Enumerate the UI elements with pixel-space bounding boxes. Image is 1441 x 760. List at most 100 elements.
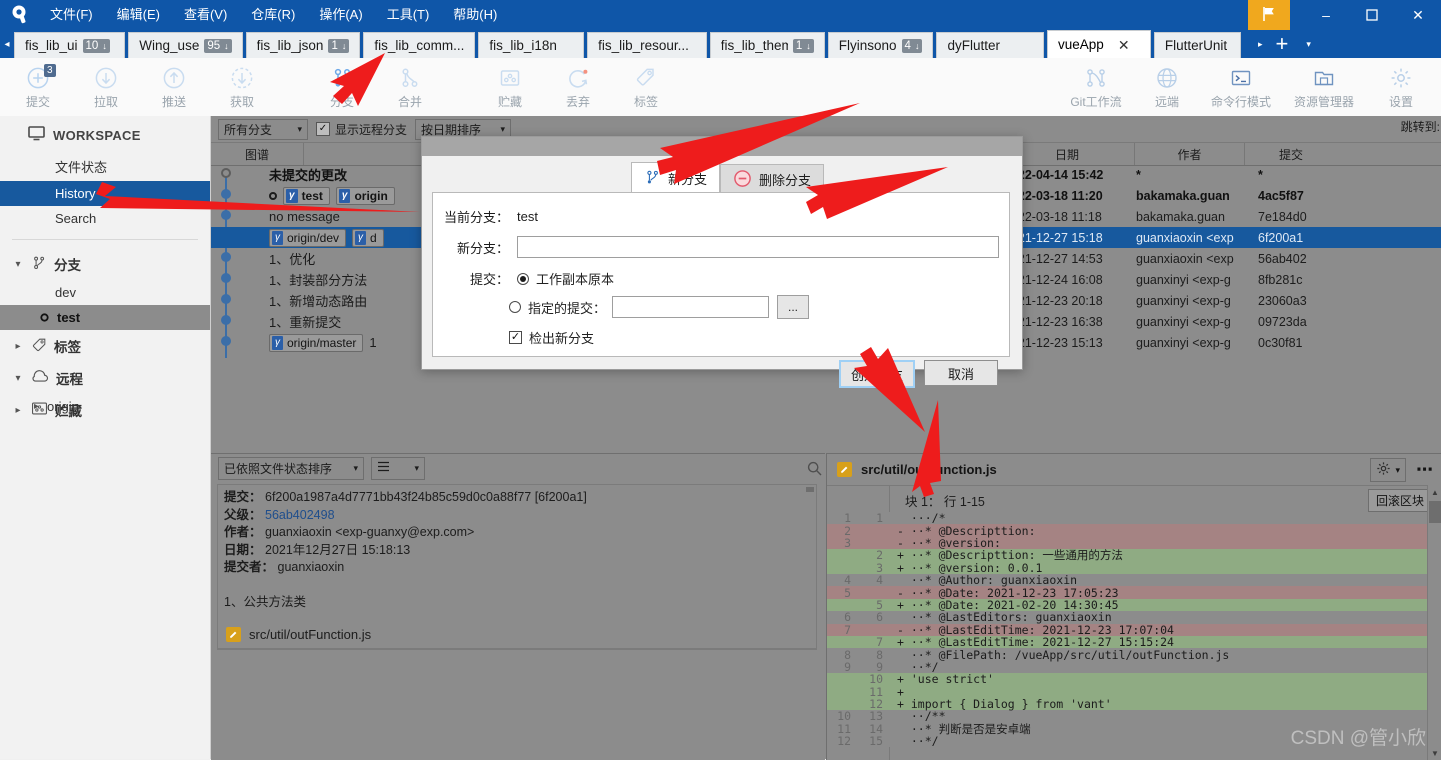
- file-sort-select[interactable]: 已依照文件状态排序 ▾: [218, 456, 364, 480]
- tab-scroll-left-icon[interactable]: ◂: [0, 30, 14, 58]
- rollback-hunk-button[interactable]: 回滚区块: [1367, 489, 1432, 512]
- radio-specified-commit[interactable]: 指定的提交：: [509, 298, 606, 317]
- repo-tab-flutterunit[interactable]: FlutterUnit: [1153, 32, 1241, 58]
- repo-tab-wing_use[interactable]: Wing_use 95 ↓: [128, 32, 243, 58]
- menu-actions[interactable]: 操作(A): [307, 0, 374, 30]
- diff-settings-button[interactable]: ▾: [1370, 458, 1406, 482]
- menu-repository[interactable]: 仓库(R): [239, 0, 307, 30]
- sidebar-section-stashes[interactable]: ▸ 贮藏: [0, 394, 210, 426]
- ellipsis-icon[interactable]: ⋯: [1416, 461, 1434, 478]
- repo-tab-fis_lib_json[interactable]: fis_lib_json 1 ↓: [245, 32, 361, 58]
- diff-new-line-number: 6: [876, 610, 883, 625]
- flag-button[interactable]: [1248, 0, 1290, 30]
- chevron-down-icon: ▾: [297, 123, 302, 134]
- repo-tab-fis_lib_comm[interactable]: fis_lib_comm...: [363, 32, 476, 58]
- toolbar-push-label: 推送: [161, 94, 186, 109]
- toolbar-fetch-button[interactable]: 获取: [208, 58, 276, 116]
- toolbar-terminal-button[interactable]: 命令行模式: [1201, 58, 1281, 116]
- toolbar-branch-button[interactable]: 分支: [308, 58, 376, 116]
- tab-new-branch[interactable]: 新分支: [631, 162, 721, 194]
- cancel-button[interactable]: 取消: [924, 360, 998, 386]
- repo-tab-badge: 95 ↓: [204, 38, 232, 53]
- repo-tab-flyinsono[interactable]: Flyinsono 4 ↓: [827, 32, 934, 58]
- toolbar-discard-button[interactable]: 丢弃: [544, 58, 612, 116]
- diff-scrollbar[interactable]: ▲ ▼: [1427, 485, 1441, 760]
- checkout-new-branch-checkbox[interactable]: ✓ 检出新分支: [509, 328, 594, 347]
- close-button[interactable]: ✕: [1395, 0, 1441, 30]
- menu-view[interactable]: 查看(V): [172, 0, 239, 30]
- column-graph[interactable]: 图谱: [211, 143, 304, 165]
- branch-ref-tag[interactable]: γ origin/master: [269, 333, 364, 352]
- sidebar-section-tags[interactable]: ▸ 标签: [0, 330, 210, 362]
- toolbar-pull-button[interactable]: 拉取: [72, 58, 140, 116]
- branch-ref-tag[interactable]: γ test: [283, 186, 330, 205]
- repo-tab-fis_lib_ui[interactable]: fis_lib_ui 10 ↓: [14, 32, 126, 58]
- column-author[interactable]: 作者: [1135, 143, 1245, 165]
- tab-close-icon[interactable]: ✕: [1118, 38, 1130, 52]
- show-remote-branches-label: 显示远程分支: [335, 122, 408, 137]
- specified-commit-input[interactable]: [612, 296, 770, 318]
- push-up-arrow-icon: [161, 65, 187, 91]
- repo-tab-fis_lib_them[interactable]: fis_lib_them 1 ↓: [709, 32, 825, 58]
- changed-file-row[interactable]: src/util/outFunction.js: [217, 621, 817, 649]
- commit-sha-cell: 0c30f81: [1258, 335, 1303, 350]
- scroll-up-icon[interactable]: ▲: [1428, 485, 1441, 499]
- branch-ref-tag[interactable]: γ origin: [335, 186, 395, 205]
- column-commit[interactable]: 提交: [1245, 143, 1337, 165]
- sidebar-section-remotes[interactable]: ▾ 远程: [0, 362, 210, 394]
- minimize-button[interactable]: –: [1303, 0, 1349, 30]
- branch-ref-tag[interactable]: γ origin/dev: [269, 228, 347, 247]
- toolbar-explorer-button[interactable]: 资源管理器: [1281, 58, 1367, 116]
- radio-unselected-icon: [509, 301, 521, 313]
- toolbar-commit-button[interactable]: 3 提交: [4, 58, 72, 116]
- toolbar-settings-button[interactable]: 设置: [1367, 58, 1435, 116]
- sidebar-item-file-status[interactable]: 文件状态: [0, 152, 210, 181]
- repo-tab-dyflutter[interactable]: dyFlutter: [936, 32, 1045, 58]
- radio-working-copy-label: 工作副本原本: [536, 272, 615, 287]
- toolbar-merge-button[interactable]: 合并: [376, 58, 444, 116]
- branch-filter-select[interactable]: 所有分支 ▾: [218, 118, 308, 140]
- toolbar-merge-label: 合并: [397, 94, 422, 109]
- maximize-button[interactable]: [1349, 0, 1395, 30]
- sidebar-item-history[interactable]: History: [0, 181, 210, 206]
- branch-ref-tag[interactable]: γd: [352, 228, 384, 247]
- tab-delete-branch[interactable]: 删除分支: [720, 164, 825, 194]
- detail-value-parent[interactable]: 56ab402498: [265, 508, 335, 522]
- sidebar-branch-dev[interactable]: dev: [0, 280, 210, 305]
- view-mode-select[interactable]: ▾: [371, 456, 425, 480]
- menu-edit[interactable]: 编辑(E): [105, 0, 172, 30]
- tab-scroll-right-icon[interactable]: ▸: [1255, 39, 1266, 50]
- new-tab-button[interactable]: +: [1266, 33, 1299, 55]
- tab-menu-button[interactable]: ▾: [1298, 39, 1319, 50]
- create-branch-button[interactable]: 创建分支: [839, 360, 915, 388]
- chevron-right-icon: ▸: [15, 340, 21, 352]
- scroll-down-icon[interactable]: ▼: [1428, 746, 1441, 760]
- diff-line: 5 + ··* @Date: 2021-02-20 14:30:45: [827, 598, 1427, 612]
- branch-icon: γ: [272, 335, 283, 350]
- commit-sha-cell: 09723da: [1258, 314, 1307, 329]
- branch-icon: γ: [286, 188, 298, 203]
- search-icon[interactable]: [807, 461, 822, 479]
- menu-tools[interactable]: 工具(T): [375, 0, 442, 30]
- new-branch-input[interactable]: [517, 236, 999, 258]
- changed-file-path: src/util/outFunction.js: [249, 627, 372, 642]
- repo-tab-fis_lib_i18n[interactable]: fis_lib_i18n: [478, 32, 585, 58]
- menu-file[interactable]: 文件(F): [38, 0, 105, 30]
- menu-help[interactable]: 帮助(H): [441, 0, 509, 30]
- sidebar-branch-test[interactable]: test: [0, 305, 210, 330]
- show-remote-branches-checkbox[interactable]: ✓ 显示远程分支: [316, 121, 407, 138]
- sidebar-section-branches[interactable]: ▾ 分支: [0, 248, 210, 280]
- repo-tab-fis_lib_resour[interactable]: fis_lib_resour...: [587, 32, 707, 58]
- diff-new-line-number: 4: [876, 573, 883, 588]
- toolbar-tag-button[interactable]: 标签: [612, 58, 680, 116]
- sidebar-item-search[interactable]: Search: [0, 206, 210, 231]
- repo-tab-vueapp[interactable]: vueApp ✕: [1047, 30, 1151, 58]
- toolbar-stash-button[interactable]: 贮藏: [476, 58, 544, 116]
- toolbar-remote-button[interactable]: 远端: [1133, 58, 1201, 116]
- cloud-icon: [31, 369, 49, 387]
- toolbar-gitflow-button[interactable]: Git工作流: [1059, 58, 1133, 116]
- toolbar-push-button[interactable]: 推送: [140, 58, 208, 116]
- down-arrow-icon: ↓: [806, 40, 811, 51]
- radio-working-copy[interactable]: 工作副本原本: [517, 269, 614, 288]
- browse-commit-button[interactable]: ...: [777, 295, 810, 319]
